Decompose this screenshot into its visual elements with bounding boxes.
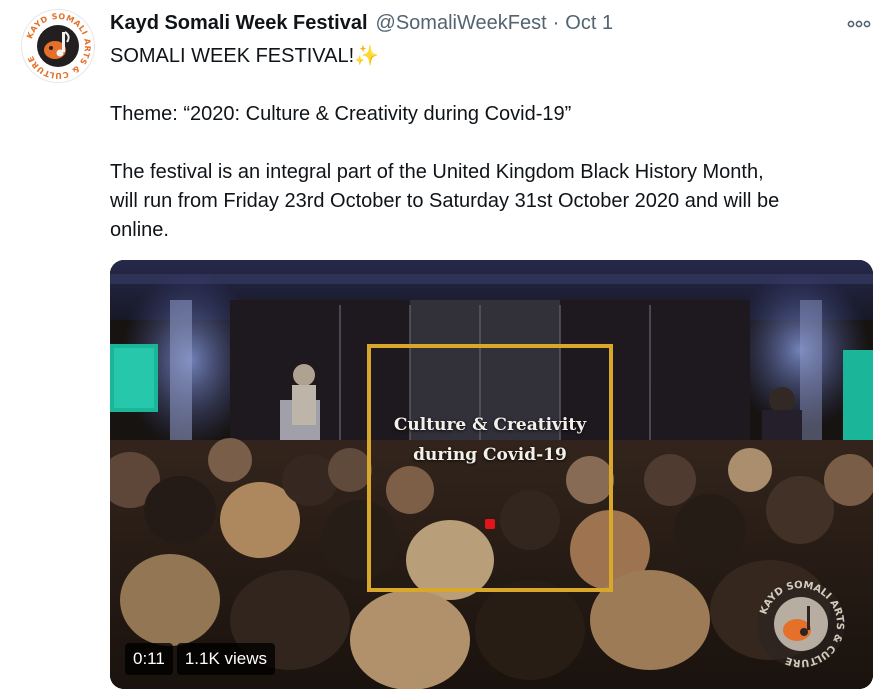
tweet-date[interactable]: Oct 1 — [565, 12, 613, 35]
overlay-line-2: during Covid-19 — [413, 445, 567, 465]
tweet-text-line-3: The festival is an integral part of the … — [110, 161, 764, 183]
avatar[interactable]: KAYD SOMALI ARTS & CULTURE — [21, 9, 95, 83]
more-horizontal-icon — [847, 20, 871, 28]
record-indicator-icon — [485, 519, 495, 529]
more-options-button[interactable] — [842, 14, 876, 34]
video-views: 1.1K views — [176, 643, 276, 675]
tweet-text-line-4: will run from Friday 23rd October to Sat… — [110, 190, 780, 212]
kayd-logo-icon: KAYD SOMALI ARTS & CULTURE — [24, 12, 92, 80]
tweet-header: Kayd Somali Week Festival @SomaliWeekFes… — [110, 12, 613, 38]
author-name[interactable]: Kayd Somali Week Festival — [110, 12, 368, 35]
kayd-watermark-icon: KAYD SOMALI ARTS & CULTURE — [757, 580, 845, 668]
tweet-text-line-2: Theme: “2020: Culture & Creativity durin… — [110, 103, 572, 125]
separator-dot: · — [552, 12, 560, 34]
video-overlay-title: Culture & Creativity during Covid-19 — [367, 410, 613, 470]
tweet-text-line-5: online. — [110, 219, 169, 241]
video-duration: 0:11 — [125, 643, 173, 675]
author-handle[interactable]: @SomaliWeekFest — [376, 12, 547, 35]
tweet-text-line-1: SOMALI WEEK FESTIVAL!✨ — [110, 45, 380, 67]
overlay-line-1: Culture & Creativity — [393, 415, 587, 435]
video-player[interactable]: Culture & Creativity during Covid-19 KAY… — [110, 260, 873, 689]
video-badges: 0:11 1.1K views — [125, 643, 276, 675]
